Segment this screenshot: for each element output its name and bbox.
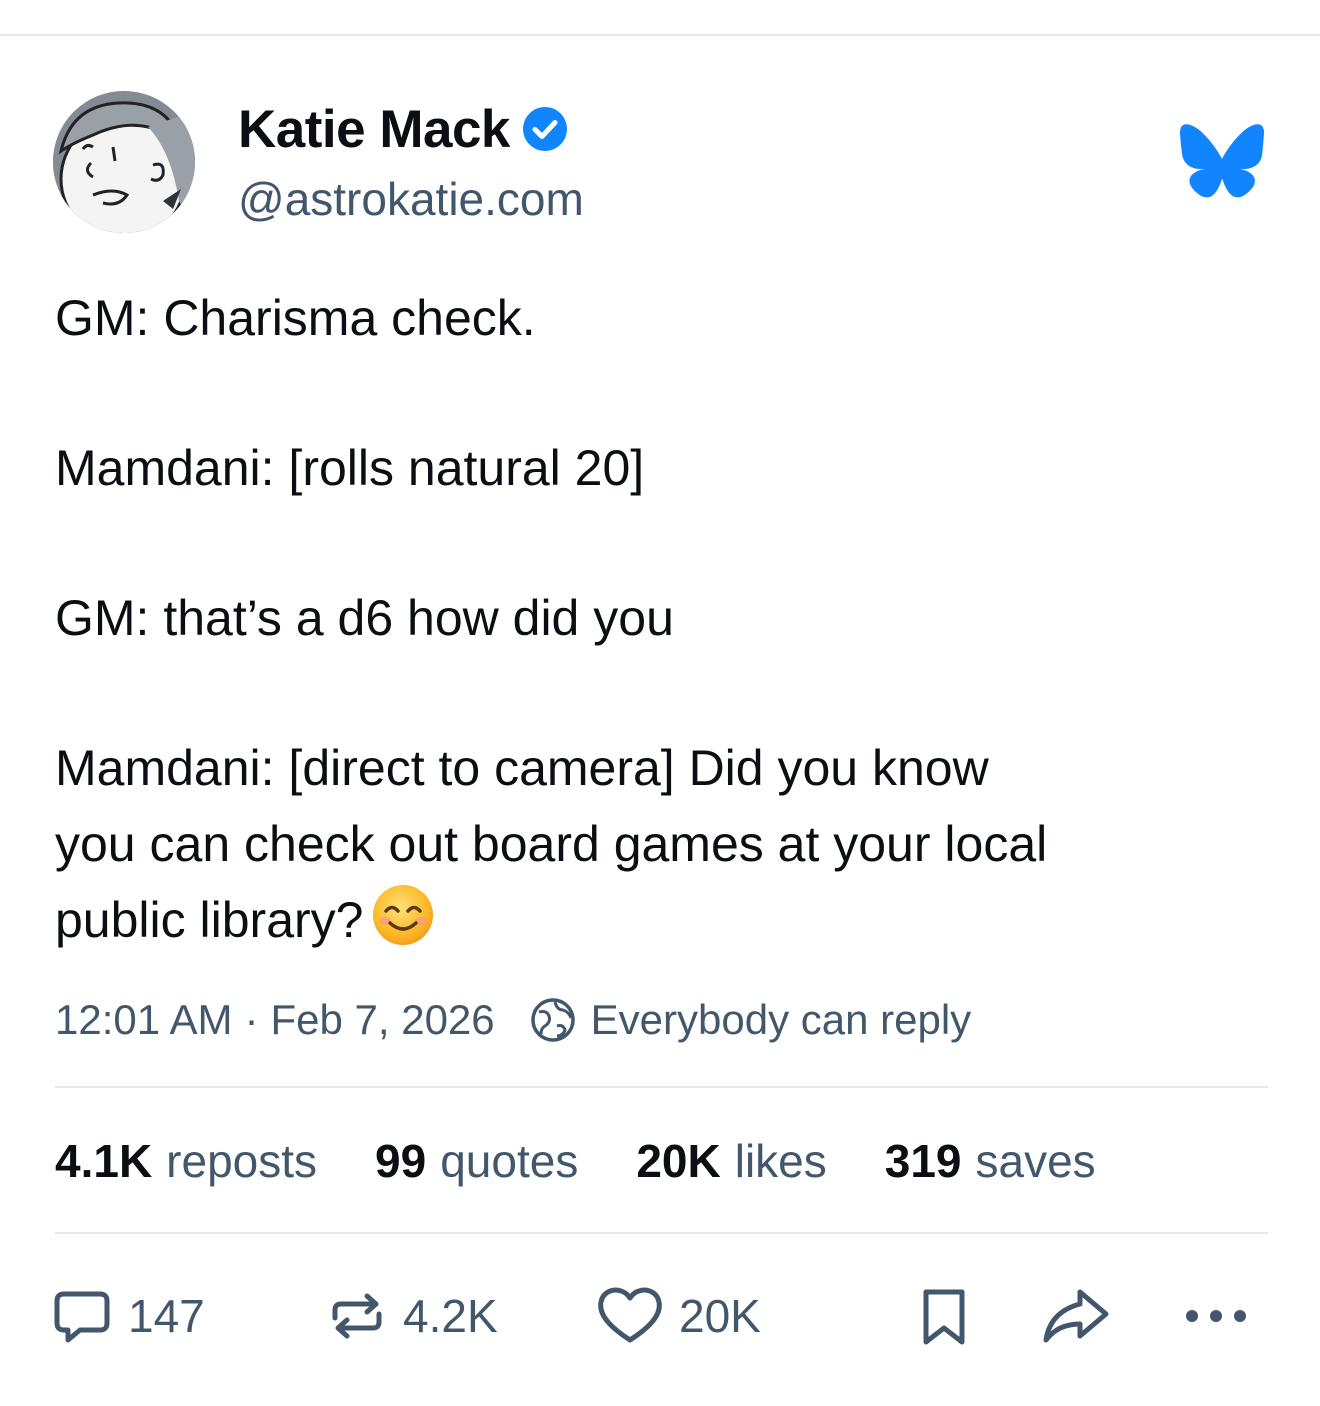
post-paragraph-2: Mamdani: [rolls natural 20] bbox=[55, 440, 645, 496]
stat-quotes-label: quotes bbox=[440, 1135, 579, 1187]
share-arrow-icon bbox=[1043, 1289, 1109, 1343]
divider-above-stats bbox=[55, 1086, 1268, 1088]
reply-bubble-icon bbox=[54, 1291, 110, 1343]
stat-saves-count: 319 bbox=[884, 1135, 962, 1187]
reply-button[interactable]: 147 bbox=[50, 1283, 205, 1349]
heart-icon bbox=[598, 1287, 662, 1343]
globe-icon bbox=[530, 998, 575, 1042]
stat-quotes-count: 99 bbox=[375, 1135, 427, 1187]
stat-saves-label: saves bbox=[975, 1135, 1096, 1187]
like-count: 20K bbox=[679, 1290, 761, 1342]
post-paragraph-4-line-2: you can check out board games at your lo… bbox=[55, 816, 1048, 872]
smiling-face-emoji-icon bbox=[371, 883, 435, 947]
divider-above-actions bbox=[55, 1232, 1268, 1234]
post-paragraph-4-line-1: Mamdani: [direct to camera] Did you know bbox=[55, 740, 989, 796]
stat-saves[interactable]: 319 saves bbox=[885, 1134, 1096, 1188]
post-paragraph-4-line-3-text: public library? bbox=[55, 892, 364, 948]
verified-check-icon[interactable] bbox=[522, 106, 568, 152]
post-meta: 12:01 AM · Feb 7, 2026 Everybody can rep… bbox=[55, 990, 971, 1050]
reply-permission[interactable]: Everybody can reply bbox=[529, 996, 972, 1044]
save-button[interactable] bbox=[912, 1283, 990, 1349]
post-paragraph-3: GM: that’s a d6 how did you bbox=[55, 590, 674, 646]
author-display-name[interactable]: Katie Mack bbox=[238, 99, 510, 160]
post-paragraph-1: GM: Charisma check. bbox=[55, 290, 536, 346]
avatar-illustration bbox=[53, 91, 195, 233]
stat-likes-label: likes bbox=[734, 1135, 827, 1187]
repost-icon bbox=[332, 1293, 382, 1339]
post-card: Katie Mack @astrokatie.com GM: Charisma … bbox=[0, 0, 1320, 1406]
engagement-stats: 4.1K reposts 99 quotes 20K likes 319 sav… bbox=[55, 1128, 1154, 1194]
post-date[interactable]: Feb 7, 2026 bbox=[270, 996, 494, 1044]
stat-likes-count: 20K bbox=[636, 1135, 721, 1187]
bluesky-butterfly-icon bbox=[1180, 124, 1264, 198]
author-name-row: Katie Mack bbox=[238, 98, 568, 160]
stat-likes[interactable]: 20K likes bbox=[636, 1134, 826, 1188]
meta-separator: · bbox=[244, 996, 259, 1043]
share-button[interactable] bbox=[1040, 1283, 1126, 1349]
like-button[interactable]: 20K bbox=[595, 1283, 761, 1349]
post-action-bar: 147 4.2K 20K bbox=[50, 1283, 1265, 1349]
post-time[interactable]: 12:01 AM bbox=[55, 996, 232, 1044]
more-dots-icon bbox=[1186, 1310, 1246, 1322]
post-paragraph-4-line-3: public library? bbox=[55, 882, 1285, 958]
stat-reposts[interactable]: 4.1K reposts bbox=[55, 1134, 317, 1188]
repost-count: 4.2K bbox=[403, 1290, 498, 1342]
stat-reposts-count: 4.1K bbox=[55, 1135, 153, 1187]
bookmark-icon bbox=[923, 1289, 965, 1345]
stat-quotes[interactable]: 99 quotes bbox=[375, 1134, 578, 1188]
stat-reposts-label: reposts bbox=[166, 1135, 318, 1187]
reply-count: 147 bbox=[128, 1290, 205, 1342]
reply-permission-label: Everybody can reply bbox=[590, 996, 972, 1043]
author-avatar[interactable] bbox=[53, 91, 195, 233]
more-options-button[interactable] bbox=[1180, 1283, 1266, 1349]
repost-button[interactable]: 4.2K bbox=[325, 1283, 498, 1349]
author-handle[interactable]: @astrokatie.com bbox=[238, 172, 584, 226]
